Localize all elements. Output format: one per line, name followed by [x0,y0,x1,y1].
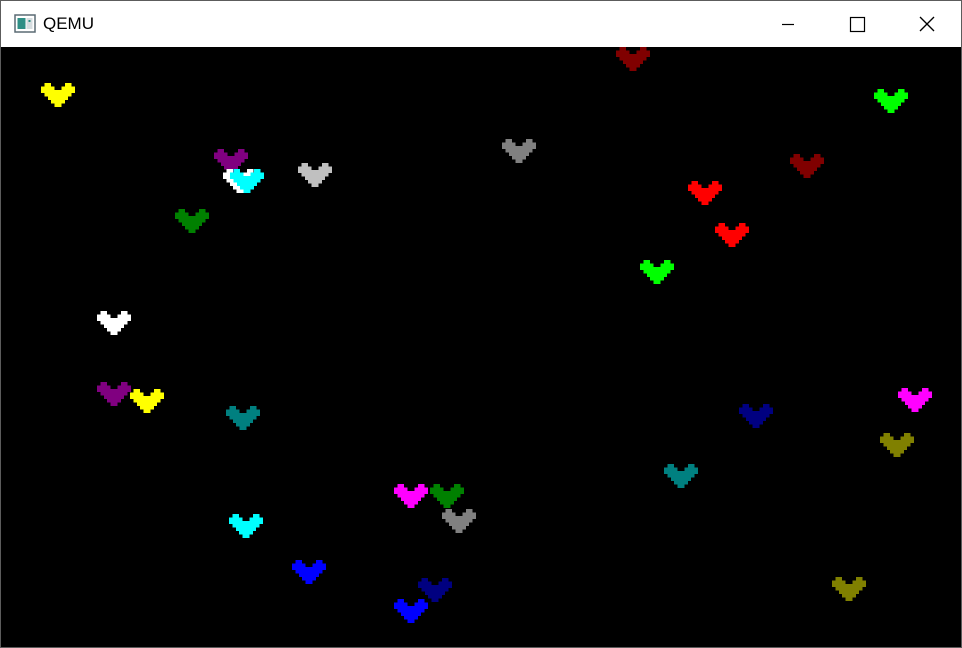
minimize-button[interactable] [765,1,811,47]
title-bar[interactable]: QEMU [1,1,961,47]
window-title: QEMU [43,14,94,33]
maximize-icon [849,16,866,33]
qemu-app-icon [14,14,36,34]
close-icon [919,16,935,32]
close-button[interactable] [903,1,949,47]
qemu-window: QEMU [0,0,962,648]
maximize-button[interactable] [833,1,879,47]
minimize-icon [782,23,794,26]
vm-display-canvas [1,47,961,647]
vm-display[interactable] [1,47,961,647]
